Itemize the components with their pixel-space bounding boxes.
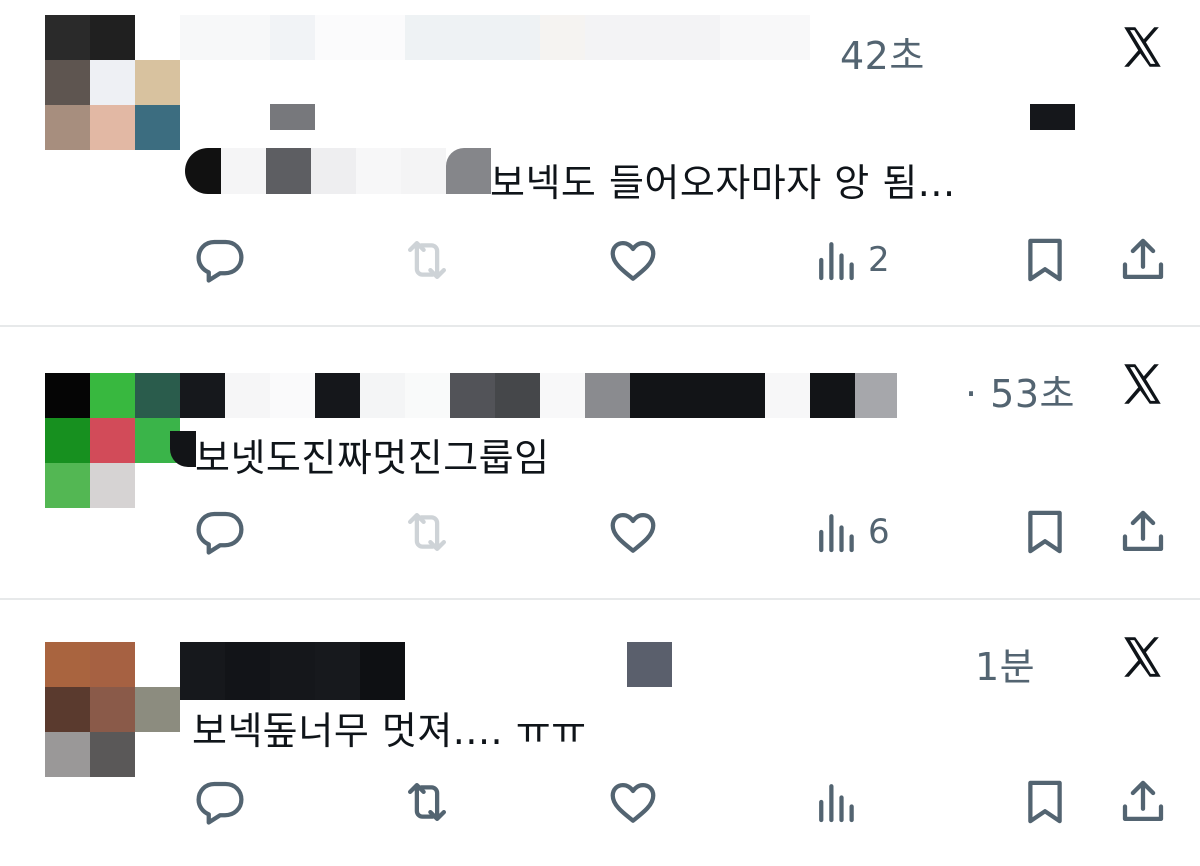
- retweet-icon: [407, 240, 447, 280]
- reply-button[interactable]: [193, 230, 247, 290]
- avatar[interactable]: [45, 373, 180, 508]
- timestamp[interactable]: 42초: [840, 25, 925, 80]
- censored-block: [270, 104, 315, 130]
- like-button[interactable]: [606, 772, 660, 832]
- like-icon: [610, 512, 656, 553]
- tweet-text: 보넥도 들어오자마자 앙 됨...: [490, 161, 956, 205]
- x-logo-icon: [1124, 637, 1161, 677]
- censored-block: [627, 642, 672, 687]
- tweet-text: 보넷도진짜멋진그룹임: [195, 436, 550, 480]
- action-bar: [0, 772, 1200, 832]
- bookmark-button[interactable]: [1018, 772, 1072, 832]
- retweet-button[interactable]: [400, 772, 454, 832]
- share-icon: [1122, 510, 1164, 552]
- reply-post[interactable]: 42초 보넥도 들어오자마자 앙 됨... 2: [0, 0, 1200, 326]
- views-icon: [819, 514, 854, 553]
- censored-username: [180, 15, 810, 60]
- action-bar: 6: [0, 502, 1200, 562]
- reply-post[interactable]: · 53초 보넷도진짜멋진그룹임 6: [0, 327, 1200, 599]
- view-count: 2: [868, 240, 890, 280]
- share-button[interactable]: [1116, 230, 1170, 290]
- x-logo-icon: [1124, 27, 1161, 67]
- views-button[interactable]: [810, 772, 868, 832]
- bookmark-button[interactable]: [1018, 230, 1072, 290]
- censored-username: [180, 642, 405, 700]
- views-button[interactable]: 6: [810, 502, 890, 562]
- censored-block: [1030, 104, 1075, 130]
- bookmark-icon: [1028, 780, 1062, 824]
- action-bar: 2: [0, 230, 1200, 290]
- views-icon: [819, 242, 854, 281]
- share-icon: [1122, 780, 1164, 822]
- avatar[interactable]: [45, 642, 180, 777]
- reply-icon: [196, 511, 244, 555]
- share-icon: [1122, 238, 1164, 280]
- avatar[interactable]: [45, 15, 180, 150]
- reply-button[interactable]: [193, 772, 247, 832]
- retweet-icon: [407, 782, 447, 822]
- bookmark-icon: [1028, 238, 1062, 282]
- share-button[interactable]: [1116, 502, 1170, 562]
- timestamp[interactable]: · 53초: [965, 363, 1075, 418]
- tweet-text: 보넥돞너무 멋져.... ㅠㅠ: [192, 709, 587, 753]
- views-icon: [819, 784, 854, 823]
- reply-icon: [196, 781, 244, 825]
- censored-username: [180, 373, 897, 418]
- reply-post[interactable]: 1분 보넥돞너무 멋져.... ㅠㅠ: [0, 600, 1200, 866]
- retweet-icon: [407, 512, 447, 552]
- view-count: 6: [868, 512, 890, 552]
- reply-icon: [196, 239, 244, 283]
- like-icon: [610, 240, 656, 281]
- share-button[interactable]: [1116, 772, 1170, 832]
- like-icon: [610, 782, 656, 823]
- reply-button[interactable]: [193, 502, 247, 562]
- views-button[interactable]: 2: [810, 230, 890, 290]
- bookmark-icon: [1028, 510, 1062, 554]
- retweet-button[interactable]: [400, 230, 454, 290]
- bookmark-button[interactable]: [1018, 502, 1072, 562]
- timestamp[interactable]: 1분: [975, 636, 1035, 691]
- censored-mention: [185, 148, 491, 194]
- like-button[interactable]: [606, 230, 660, 290]
- like-button[interactable]: [606, 502, 660, 562]
- retweet-button[interactable]: [400, 502, 454, 562]
- x-logo-icon: [1124, 364, 1161, 404]
- censored-block: [170, 431, 196, 467]
